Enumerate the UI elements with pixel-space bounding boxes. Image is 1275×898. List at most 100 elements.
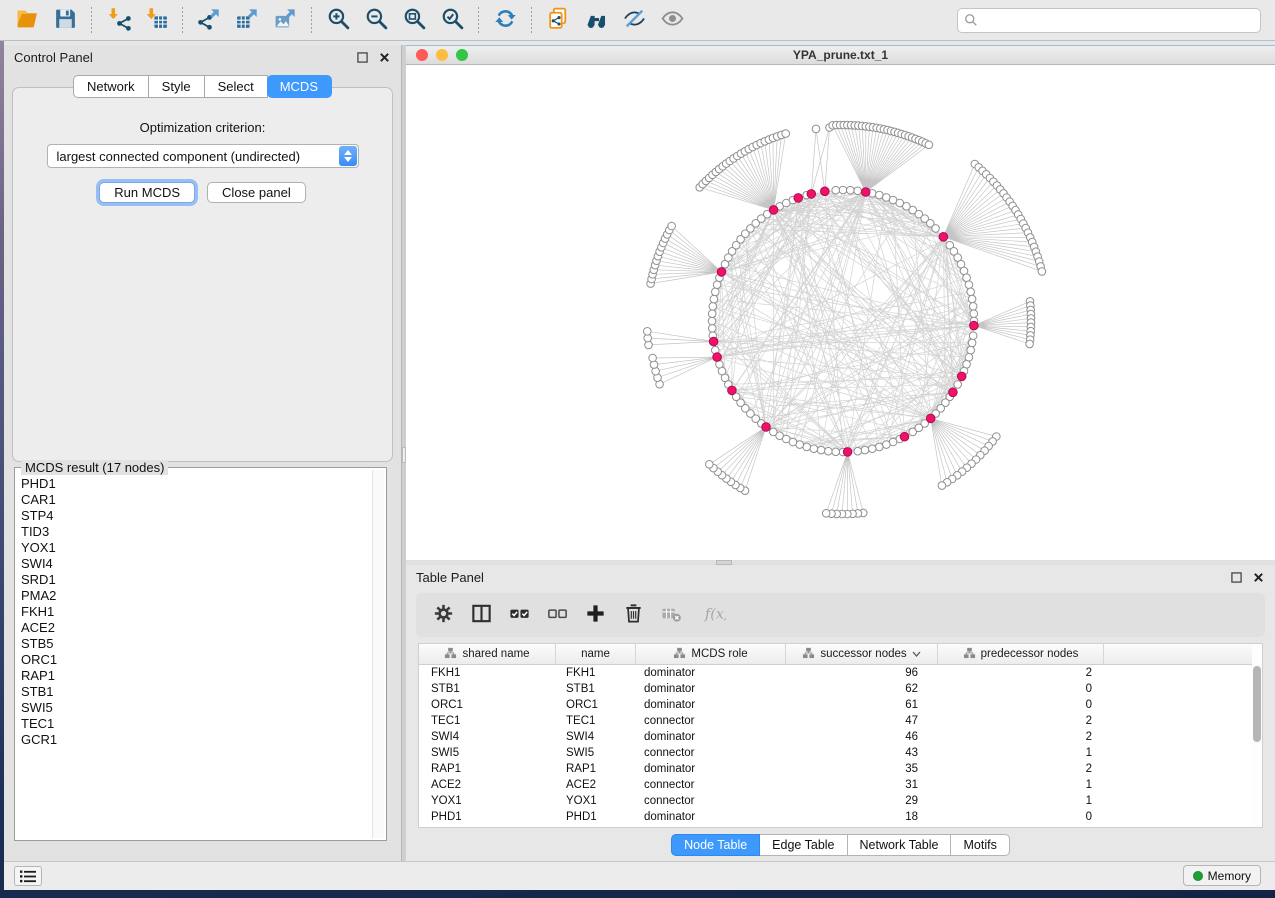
mcds-result-item[interactable]: ORC1 <box>21 652 372 668</box>
new-network-from-selection-button[interactable] <box>540 3 576 37</box>
graph-node[interactable] <box>963 274 971 282</box>
table-settings-button[interactable] <box>426 598 460 632</box>
close-panel-button[interactable]: Close panel <box>207 182 306 203</box>
graph-node[interactable] <box>967 346 975 354</box>
graph-hub-node[interactable] <box>762 423 771 432</box>
close-table-panel-icon[interactable] <box>1251 570 1265 584</box>
column-header-shared-name[interactable]: shared name <box>419 644 556 664</box>
search-input[interactable] <box>982 10 1254 30</box>
import-table-button[interactable] <box>138 3 174 37</box>
table-row[interactable]: YOX1YOX1connector291 <box>419 793 1252 809</box>
network-canvas[interactable] <box>406 65 1275 561</box>
save-session-button[interactable] <box>47 3 83 37</box>
tab-select[interactable]: Select <box>205 75 268 98</box>
run-mcds-button[interactable]: Run MCDS <box>99 182 195 203</box>
graph-node[interactable] <box>782 130 790 138</box>
graph-node[interactable] <box>847 186 855 194</box>
task-history-button[interactable] <box>14 866 42 886</box>
mcds-result-item[interactable]: RAP1 <box>21 668 372 684</box>
graph-hub-node[interactable] <box>900 432 909 441</box>
graph-node[interactable] <box>708 317 716 325</box>
graph-node[interactable] <box>713 281 721 289</box>
hide-graphics-details-button[interactable] <box>616 3 652 37</box>
graph-node[interactable] <box>708 310 716 318</box>
table-row[interactable]: SWI5SWI5connector431 <box>419 745 1252 761</box>
mcds-result-item[interactable]: STB1 <box>21 684 372 700</box>
table-row[interactable]: ACE2ACE2connector311 <box>419 777 1252 793</box>
float-panel-icon[interactable] <box>355 50 369 64</box>
table-row[interactable]: PHD1PHD1dominator180 <box>419 809 1252 825</box>
graph-node[interactable] <box>854 447 862 455</box>
first-neighbors-button[interactable] <box>578 3 614 37</box>
tab-node-table[interactable]: Node Table <box>671 834 760 856</box>
mcds-result-item[interactable]: SWI5 <box>21 700 372 716</box>
mcds-result-scrollbar[interactable] <box>372 470 384 838</box>
table-scrollbar-thumb[interactable] <box>1253 666 1261 742</box>
graph-node[interactable] <box>708 325 716 333</box>
tab-edge-table[interactable]: Edge Table <box>760 834 847 856</box>
add-column-button[interactable] <box>578 598 612 632</box>
graph-node[interactable] <box>970 310 978 318</box>
graph-hub-node[interactable] <box>926 414 935 423</box>
show-graphics-details-button[interactable] <box>654 3 690 37</box>
graph-node[interactable] <box>969 303 977 311</box>
graph-node[interactable] <box>954 381 962 389</box>
graph-node[interactable] <box>710 295 718 303</box>
graph-node[interactable] <box>817 446 825 454</box>
mcds-result-item[interactable]: PHD1 <box>21 476 372 492</box>
mcds-result-item[interactable]: SRD1 <box>21 572 372 588</box>
graph-node[interactable] <box>938 482 946 490</box>
graph-node[interactable] <box>876 191 884 199</box>
graph-hub-node[interactable] <box>807 190 816 199</box>
graph-node[interactable] <box>712 288 720 296</box>
table-scrollbar[interactable] <box>1252 643 1263 828</box>
graph-node[interactable] <box>1026 340 1034 348</box>
graph-node[interactable] <box>861 446 869 454</box>
graph-node[interactable] <box>803 443 811 451</box>
export-network-button[interactable] <box>191 3 227 37</box>
graph-node[interactable] <box>825 447 833 455</box>
graph-node[interactable] <box>968 339 976 347</box>
graph-hub-node[interactable] <box>717 268 726 277</box>
graph-node[interactable] <box>709 303 717 311</box>
tab-network[interactable]: Network <box>73 75 149 98</box>
table-row[interactable]: FKH1FKH1dominator962 <box>419 665 1252 681</box>
delete-column-button[interactable] <box>616 598 650 632</box>
graph-node[interactable] <box>909 428 917 436</box>
mcds-result-item[interactable]: TEC1 <box>21 716 372 732</box>
table-row[interactable]: SWI4SWI4dominator462 <box>419 729 1252 745</box>
mcds-result-item[interactable]: ACE2 <box>21 620 372 636</box>
graph-node[interactable] <box>812 125 820 133</box>
mcds-result-item[interactable]: FKH1 <box>21 604 372 620</box>
graph-node[interactable] <box>1038 268 1046 276</box>
zoom-fit-button[interactable] <box>396 3 432 37</box>
graph-hub-node[interactable] <box>728 386 737 395</box>
mcds-result-item[interactable]: GCR1 <box>21 732 372 748</box>
graph-node[interactable] <box>965 354 973 362</box>
table-row[interactable]: STB1STB1dominator620 <box>419 681 1252 697</box>
close-panel-icon[interactable] <box>377 50 391 64</box>
graph-node[interactable] <box>925 141 933 149</box>
mcds-result-item[interactable]: YOX1 <box>21 540 372 556</box>
column-header-successor-nodes[interactable]: successor nodes <box>786 644 938 664</box>
float-table-panel-icon[interactable] <box>1229 570 1243 584</box>
graph-node[interactable] <box>876 443 884 451</box>
graph-node[interactable] <box>644 328 652 336</box>
table-row[interactable]: RAP1RAP1dominator352 <box>419 761 1252 777</box>
graph-hub-node[interactable] <box>821 187 830 196</box>
memory-button[interactable]: Memory <box>1183 865 1261 886</box>
tab-mcds[interactable]: MCDS <box>267 75 332 98</box>
column-header-predecessor-nodes[interactable]: predecessor nodes <box>938 644 1104 664</box>
graph-hub-node[interactable] <box>794 194 803 203</box>
graph-hub-node[interactable] <box>957 372 966 381</box>
mcds-result-item[interactable]: CAR1 <box>21 492 372 508</box>
graph-node[interactable] <box>883 441 891 449</box>
column-header-MCDS-role[interactable]: MCDS role <box>636 644 786 664</box>
mcds-result-item[interactable]: TID3 <box>21 524 372 540</box>
graph-hub-node[interactable] <box>970 321 979 330</box>
graph-node[interactable] <box>854 187 862 195</box>
tab-style[interactable]: Style <box>149 75 205 98</box>
graph-node[interactable] <box>810 445 818 453</box>
graph-node[interactable] <box>832 448 840 456</box>
graph-node[interactable] <box>968 295 976 303</box>
